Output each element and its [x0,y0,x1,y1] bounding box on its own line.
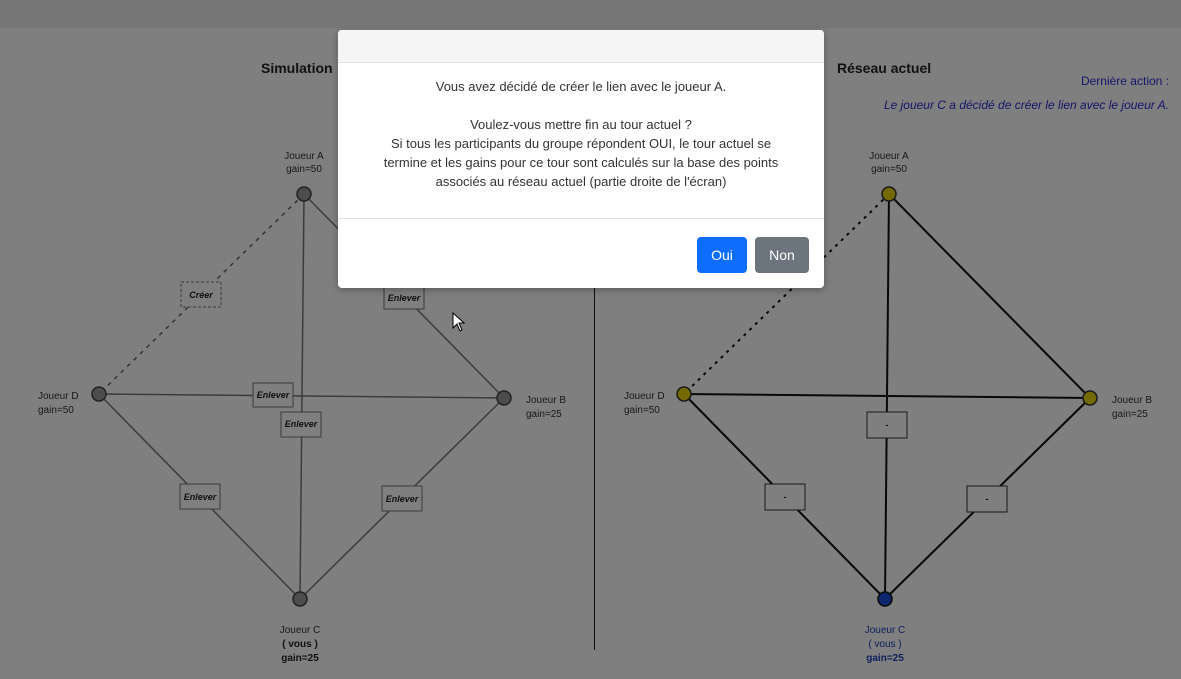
dialog-header [338,30,824,63]
yes-button[interactable]: Oui [697,237,747,273]
dialog-explanation-2: termine et les gains pour ce tour sont c… [383,155,779,170]
confirm-dialog: Vous avez décidé de créer le lien avec l… [338,30,824,288]
dialog-footer: Oui Non [338,218,824,289]
dialog-body: Vous avez décidé de créer le lien avec l… [338,63,824,217]
no-button[interactable]: Non [755,237,809,273]
dialog-question: Voulez-vous mettre fin au tour actuel ? [470,117,692,132]
dialog-message-decision: Vous avez décidé de créer le lien avec l… [435,79,727,94]
dialog-explanation-1: Si tous les participants du groupe répon… [390,136,772,151]
dialog-explanation-3: associés au réseau actuel (partie droite… [435,174,727,189]
mouse-cursor-icon [452,312,466,332]
